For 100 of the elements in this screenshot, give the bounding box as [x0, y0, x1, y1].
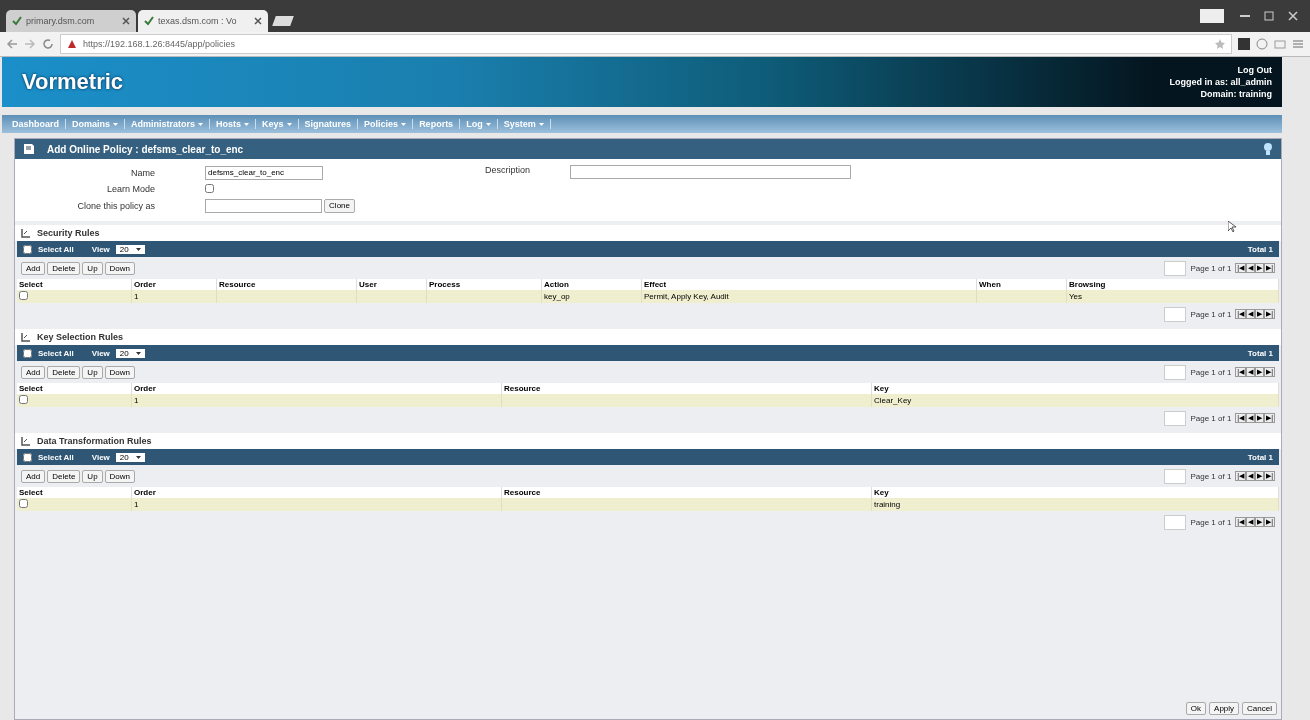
section-title: Data Transformation Rules [37, 436, 152, 446]
select-all-checkbox[interactable] [23, 348, 32, 358]
address-field[interactable]: https://192.168.1.26:8445/app/policies [60, 34, 1232, 54]
help-icon [1263, 143, 1273, 155]
select-all-label: Select All [38, 348, 74, 358]
page-number-field[interactable] [1164, 514, 1187, 530]
check-icon [12, 16, 22, 26]
page-number-field[interactable] [1164, 364, 1187, 380]
action-button[interactable]: Add [21, 469, 46, 483]
column-header: Resource [501, 383, 872, 394]
total-count: Total 1 [1247, 244, 1273, 254]
column-header: Resource [216, 279, 357, 290]
section-title: Key Selection Rules [37, 332, 124, 342]
view-dropdown[interactable]: 20 [115, 244, 145, 254]
warning-icon [67, 39, 77, 49]
close-icon [254, 17, 262, 25]
rules-icon [21, 436, 31, 446]
section-title: Security Rules [37, 228, 100, 238]
learn-mode-checkbox[interactable] [205, 183, 214, 193]
select-all-checkbox[interactable] [23, 244, 32, 254]
footer-button[interactable]: Ok [1185, 702, 1207, 715]
footer-button[interactable]: Apply [1209, 702, 1240, 715]
column-header: Key [871, 383, 1279, 394]
clone-button[interactable]: Clone [324, 198, 355, 213]
page-number-field[interactable] [1164, 306, 1187, 322]
column-header: Resource [501, 487, 872, 498]
caret-icon [135, 455, 141, 459]
total-count: Total 1 [1247, 452, 1273, 462]
view-label: View [91, 452, 110, 462]
page-text: Page 1 of 1 [1190, 367, 1232, 377]
document-icon [23, 143, 35, 155]
action-button[interactable]: Delete [47, 261, 81, 275]
panel-title: Add Online Policy : defsms_clear_to_enc [47, 143, 244, 155]
footer-button[interactable]: Cancel [1242, 702, 1277, 715]
caret-icon [135, 247, 141, 251]
menu-icon [1292, 38, 1304, 50]
field-label: Name [130, 167, 155, 178]
column-header: Effect [641, 279, 977, 290]
action-button[interactable]: Down [104, 261, 136, 275]
page-number-field[interactable] [1164, 260, 1187, 276]
star-icon [1215, 39, 1225, 49]
page-number-field[interactable] [1164, 410, 1187, 426]
minimize-icon [1240, 15, 1250, 17]
view-dropdown[interactable]: 20 [115, 452, 145, 462]
column-header: Order [131, 487, 502, 498]
action-button[interactable]: Up [82, 261, 103, 275]
row-checkbox[interactable] [19, 291, 28, 300]
page-text: Page 1 of 1 [1190, 309, 1232, 319]
row-checkbox[interactable] [19, 499, 28, 508]
back-arrow-icon [6, 38, 18, 50]
maximize-icon [1264, 11, 1274, 21]
column-header: Key [871, 487, 1279, 498]
action-button[interactable]: Add [21, 261, 46, 275]
logged-in-text: Logged in as: all_admin [1169, 77, 1272, 87]
column-header: Process [426, 279, 542, 290]
table-cell: 1 [134, 396, 139, 405]
clone-name-field[interactable] [205, 198, 323, 213]
url-text: https://192.168.1.26:8445/app/policies [83, 39, 236, 49]
action-button[interactable]: Delete [47, 469, 81, 483]
field-label: Learn Mode [105, 184, 155, 194]
select-all-checkbox[interactable] [23, 452, 32, 462]
profile-badge [1200, 9, 1224, 23]
table-cell: key_op [544, 292, 570, 301]
column-header: Action [541, 279, 642, 290]
column-header: When [976, 279, 1067, 290]
page-text: Page 1 of 1 [1190, 517, 1232, 527]
column-header: Select [17, 279, 132, 290]
select-all-label: Select All [38, 452, 74, 462]
check-icon [144, 16, 154, 26]
view-dropdown[interactable]: 20 [115, 348, 145, 358]
action-button[interactable]: Delete [47, 365, 81, 379]
column-header: User [356, 279, 427, 290]
table-cell: 1 [134, 500, 139, 509]
action-button[interactable]: Down [104, 365, 136, 379]
new-tab-button[interactable] [272, 16, 294, 26]
view-label: View [91, 244, 110, 254]
browser-tab[interactable]: texas.dsm.com : Vo [138, 10, 268, 32]
field-label: Clone this policy as [76, 200, 155, 211]
action-button[interactable]: Up [82, 365, 103, 379]
description-field[interactable] [570, 165, 852, 179]
browser-tab[interactable]: primary.dsm.com [6, 10, 136, 32]
column-header: Browsing [1066, 279, 1279, 290]
action-button[interactable]: Down [104, 469, 136, 483]
rules-icon [21, 228, 31, 238]
select-all-label: Select All [38, 244, 74, 254]
close-icon [122, 17, 130, 25]
action-button[interactable]: Up [82, 469, 103, 483]
total-count: Total 1 [1247, 348, 1273, 358]
row-checkbox[interactable] [19, 395, 28, 404]
logout-link[interactable]: Log Out [1237, 65, 1272, 75]
column-header: Order [131, 279, 217, 290]
table-cell: training [874, 500, 901, 509]
close-icon [1288, 11, 1298, 21]
field-label: Description [485, 165, 531, 175]
column-header: Select [17, 383, 132, 394]
action-button[interactable]: Add [21, 365, 46, 379]
name-field[interactable]: defsms_clear_to_enc [205, 165, 323, 180]
table-cell: 1 [134, 292, 139, 301]
page-number-field[interactable] [1164, 468, 1187, 484]
page-text: Page 1 of 1 [1190, 471, 1232, 481]
